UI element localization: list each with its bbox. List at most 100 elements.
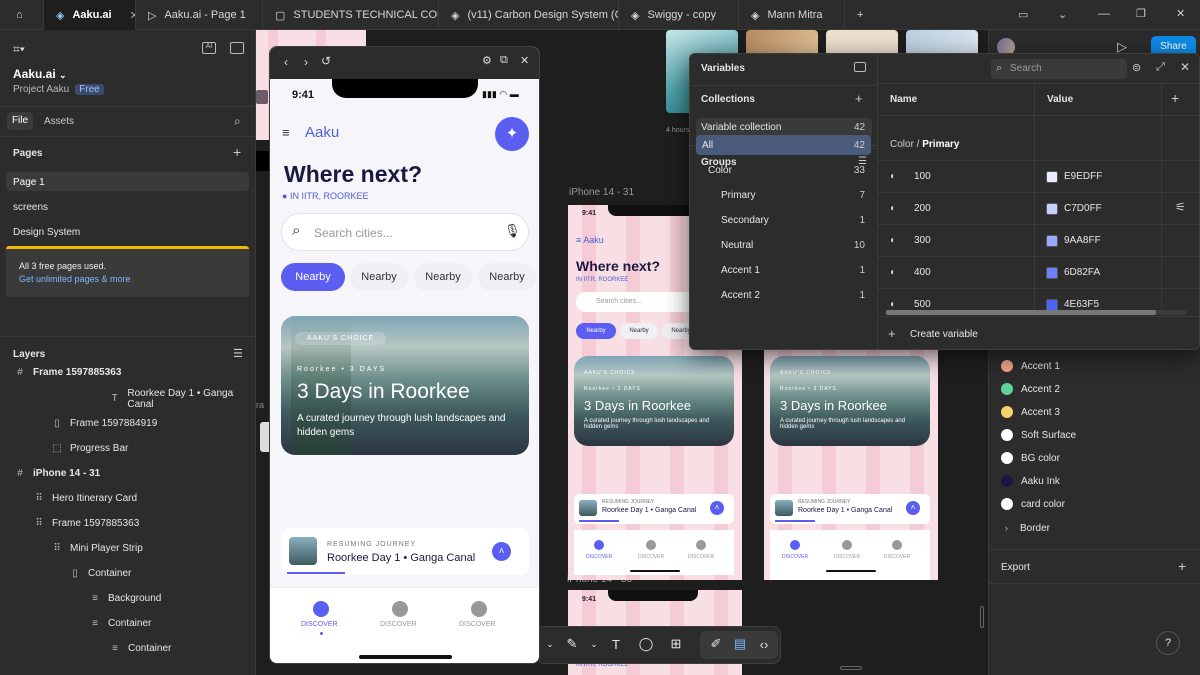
sidebar-toggle-icon[interactable]	[230, 42, 244, 54]
compass-icon[interactable]	[842, 540, 852, 550]
layer-item[interactable]: # iPhone 14 - 31	[0, 461, 256, 486]
assets-tab[interactable]: Assets	[44, 116, 74, 127]
open-external-icon[interactable]: ⧉	[500, 54, 508, 67]
window-close-icon[interactable]: ✕	[1176, 7, 1185, 20]
chip-nearby[interactable]: Nearby	[478, 263, 536, 291]
chevron-up-icon[interactable]: ˄	[492, 542, 511, 561]
scrollbar-vertical[interactable]	[980, 606, 984, 628]
menu-icon[interactable]: ≡	[282, 125, 290, 140]
group-item[interactable]: Primary 7	[696, 185, 871, 205]
layer-item[interactable]: # Frame 1597885363	[0, 360, 256, 385]
chevron-down-icon[interactable]: ⌄	[1058, 8, 1067, 21]
comment-icon[interactable]: ◯	[635, 633, 657, 655]
compass-icon[interactable]	[696, 540, 706, 550]
chevron-down-icon[interactable]: ⌄	[539, 633, 561, 655]
chevron-up-icon[interactable]: ˄	[710, 501, 724, 515]
layer-item[interactable]: ≡ Container	[0, 636, 256, 661]
color-swatch[interactable]	[1046, 266, 1058, 279]
variable-row[interactable]: ◐ 100 E9EDFF	[878, 160, 1199, 192]
chevron-up-icon[interactable]: ˄	[906, 501, 920, 515]
layer-item[interactable]: ⠿ Frame 1597885363	[0, 511, 256, 536]
design-mode-icon[interactable]: ▤	[729, 633, 751, 655]
layer-item[interactable]: ▯ Frame 1597884919	[0, 411, 256, 436]
hero-card[interactable]: AAKU'S CHOICE Roorkee • 3 DAYS 3 Days in…	[281, 316, 529, 455]
compass-icon[interactable]	[892, 540, 902, 550]
mini-player[interactable]: RESUMING JOURNEY Roorkee Day 1 • Ganga C…	[281, 528, 529, 575]
variable-row[interactable]: ◐ 400 6D82FA	[878, 256, 1199, 288]
chevron-down-icon[interactable]: ⌄	[583, 633, 605, 655]
expand-icon[interactable]: ⤢	[1156, 61, 1165, 74]
variable-row[interactable]: ◐ 200 C7D0FF	[878, 192, 1199, 224]
compass-icon[interactable]	[790, 540, 800, 550]
variable-value[interactable]: E9EDFF	[1064, 171, 1102, 182]
compass-icon[interactable]	[471, 601, 487, 617]
maximize-icon[interactable]: ❐	[1136, 7, 1146, 20]
folder-icon[interactable]: ▭	[1018, 8, 1028, 21]
group-item[interactable]: Accent 2 1	[696, 285, 871, 305]
hero-card[interactable]: AAKU'S CHOICE Roorkee • 3 DAYS 3 Days in…	[770, 356, 930, 446]
variable-value[interactable]: 4E63F5	[1064, 299, 1099, 310]
compass-icon[interactable]	[313, 601, 329, 617]
horizontal-scrollbar[interactable]	[886, 310, 1186, 315]
add-mode-icon[interactable]: +	[1171, 90, 1179, 106]
help-button[interactable]: ?	[1156, 631, 1180, 655]
chip-nearby[interactable]: Nearby	[350, 263, 408, 291]
close-icon[interactable]: ✕	[520, 54, 529, 67]
compass-icon[interactable]	[646, 540, 656, 550]
pen-icon[interactable]: ✎	[561, 633, 583, 655]
page-item-3[interactable]: Design System	[13, 227, 80, 238]
home-tab[interactable]: ⌂	[0, 0, 44, 30]
layer-item[interactable]: ≡ Container	[0, 611, 256, 636]
compass-icon[interactable]	[594, 540, 604, 550]
color-swatch[interactable]	[1046, 234, 1058, 247]
layer-item[interactable]: ≡ Background	[0, 586, 256, 611]
new-tab-button[interactable]: +	[845, 0, 875, 30]
dev-mode-icon[interactable]: ‹›	[753, 633, 775, 655]
layers-list-icon[interactable]: ☰	[233, 347, 243, 360]
sidebar-toggle-icon[interactable]	[854, 62, 866, 72]
filter-icon[interactable]: ⊜	[1132, 61, 1141, 74]
variable-value[interactable]: 6D82FA	[1064, 267, 1100, 278]
minimize-icon[interactable]: —	[1098, 6, 1110, 20]
color-style-item[interactable]: Accent 2	[1001, 383, 1060, 395]
back-icon[interactable]: ‹	[284, 55, 288, 69]
layer-item[interactable]: ⬚ Progress Bar	[0, 436, 256, 461]
variable-value[interactable]: C7D0FF	[1064, 203, 1102, 214]
mic-icon[interactable]: 🎙	[504, 223, 521, 239]
color-swatch[interactable]	[1046, 202, 1058, 215]
group-item[interactable]: Color 33	[696, 160, 871, 180]
chevron-right-icon[interactable]: ›	[1005, 523, 1008, 533]
tab-carbon[interactable]: ◈ (v11) Carbon Design System (Com	[439, 0, 619, 30]
tab-aaku[interactable]: ◈Aaku.ai✕	[44, 0, 136, 30]
frame-label[interactable]: iPhone 14 - 31	[569, 187, 634, 198]
search-icon[interactable]: ⌕	[234, 114, 241, 129]
chip-nearby[interactable]: Nearby	[414, 263, 472, 291]
page-item-2[interactable]: screens	[13, 202, 48, 213]
variable-value[interactable]: 9AA8FF	[1064, 235, 1101, 246]
hero-card[interactable]: AAKU'S CHOICE Roorkee • 3 DAYS 3 Days in…	[574, 356, 734, 446]
layer-item[interactable]: ⠿ Mini Player Strip	[0, 536, 256, 561]
color-style-item[interactable]: card color	[1001, 498, 1065, 510]
color-style-item[interactable]: BG color	[1001, 452, 1060, 464]
tab-stc[interactable]: ▢ STUDENTS TECHNICAL COUNCIL	[263, 0, 439, 30]
group-item[interactable]: Neutral 10	[696, 235, 871, 255]
color-swatch[interactable]	[1046, 298, 1058, 311]
group-item[interactable]: All 42	[696, 135, 871, 155]
main-menu-icon[interactable]: ⌗▾	[13, 42, 25, 57]
sparkle-icon[interactable]: ✦	[495, 117, 529, 151]
color-style-item[interactable]: Soft Surface	[1001, 429, 1076, 441]
compass-icon[interactable]	[392, 601, 408, 617]
chip[interactable]: Nearby	[620, 323, 658, 339]
text-icon[interactable]: T	[605, 633, 627, 655]
settings-icon[interactable]: ⚙	[482, 54, 492, 67]
border-style-group[interactable]: Border	[1020, 523, 1050, 534]
layer-item[interactable]: ▯ Container	[0, 561, 256, 586]
ai-icon[interactable]: AI	[202, 42, 216, 54]
add-collection-icon[interactable]: +	[855, 91, 863, 106]
search-field[interactable]: ⌕ Search cities... 🎙	[281, 213, 529, 251]
layer-item[interactable]: T Roorkee Day 1 • Ganga Canal	[0, 386, 256, 411]
forward-icon[interactable]: ›	[304, 55, 308, 69]
edit-variable-icon[interactable]: ⚟	[1175, 200, 1186, 214]
page-item-1[interactable]: Page 1	[13, 177, 45, 188]
color-style-item[interactable]: Aaku Ink	[1001, 475, 1060, 487]
